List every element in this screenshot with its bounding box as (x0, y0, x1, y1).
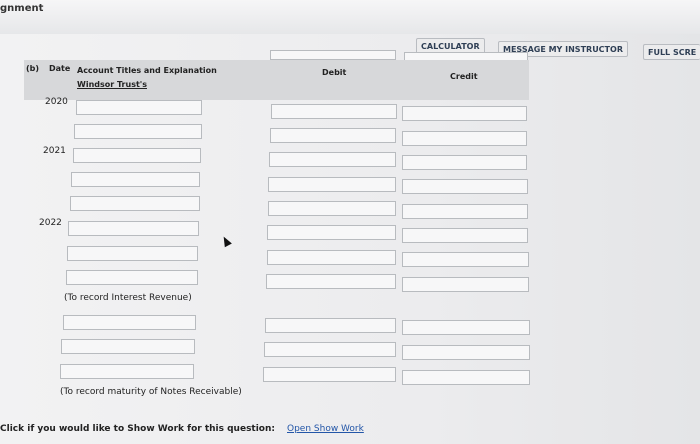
account-input[interactable] (74, 124, 202, 139)
account-input[interactable] (66, 270, 198, 285)
debit-input[interactable] (264, 342, 396, 357)
debit-input[interactable] (267, 250, 396, 265)
assignment-title: gnment (0, 3, 44, 14)
debit-input[interactable] (265, 318, 396, 333)
account-input[interactable] (73, 148, 201, 163)
credit-input[interactable] (402, 179, 528, 194)
debit-input[interactable] (268, 201, 396, 216)
credit-input[interactable] (402, 370, 530, 385)
part-label: (b) (26, 64, 40, 73)
account-input[interactable] (70, 196, 200, 211)
credit-input[interactable] (402, 320, 530, 335)
account-input[interactable] (67, 246, 198, 261)
show-work-prompt: Click if you would like to Show Work for… (0, 424, 364, 434)
debit-input-partial[interactable] (270, 50, 396, 60)
account-input[interactable] (60, 364, 194, 379)
show-work-text: Click if you would like to Show Work for… (0, 424, 275, 434)
credit-column-header: Credit (450, 72, 478, 81)
credit-input[interactable] (402, 277, 529, 292)
company-name: Windsor Trust's (77, 80, 147, 89)
account-input[interactable] (63, 315, 196, 330)
open-show-work-link[interactable]: Open Show Work (287, 424, 364, 434)
interest-note: (To record Interest Revenue) (64, 293, 192, 303)
credit-input[interactable] (402, 106, 527, 121)
account-input[interactable] (68, 221, 199, 236)
debit-input[interactable] (267, 225, 396, 240)
full-screen-button[interactable]: FULL SCRE (643, 44, 700, 60)
debit-column-header: Debit (322, 68, 347, 77)
year-label: 2022 (39, 218, 62, 228)
account-input[interactable] (76, 100, 202, 115)
credit-input[interactable] (402, 228, 528, 243)
debit-input[interactable] (268, 177, 396, 192)
year-label: 2020 (45, 97, 68, 107)
debit-input[interactable] (269, 152, 396, 167)
maturity-note: (To record maturity of Notes Receivable) (60, 387, 242, 397)
credit-input[interactable] (402, 204, 528, 219)
account-input[interactable] (61, 339, 195, 354)
debit-input[interactable] (271, 104, 397, 119)
credit-input[interactable] (402, 345, 530, 360)
credit-input[interactable] (402, 252, 529, 267)
debit-input[interactable] (266, 274, 396, 289)
credit-input[interactable] (402, 155, 527, 170)
date-column-header: Date (49, 64, 71, 73)
credit-input[interactable] (402, 131, 527, 146)
top-bar: gnment (0, 0, 700, 35)
year-label: 2021 (43, 146, 66, 156)
debit-input[interactable] (270, 128, 396, 143)
account-column-header: Account Titles and Explanation (77, 66, 217, 75)
debit-input[interactable] (263, 367, 396, 382)
account-input[interactable] (71, 172, 200, 187)
